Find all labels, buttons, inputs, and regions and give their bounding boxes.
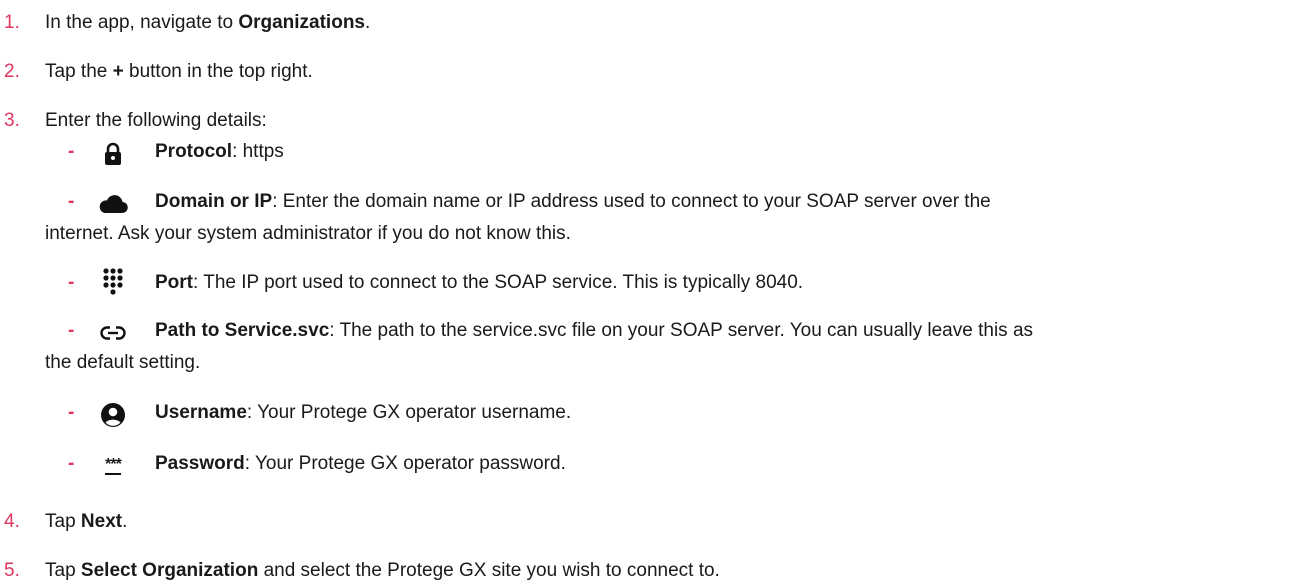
bullet-dash: - xyxy=(68,272,75,293)
detail-continuation: the default setting. xyxy=(45,352,201,373)
step-text: Tap Select Organization and select the P… xyxy=(45,560,720,581)
ui-label-next: Next xyxy=(80,511,123,532)
field-label: Domain or IP xyxy=(155,191,273,212)
step-text: Tap the + button in the top right. xyxy=(45,61,313,82)
user-icon xyxy=(98,402,128,428)
step-number: 3. xyxy=(4,110,20,131)
step-number: 5. xyxy=(4,560,20,581)
bullet-dash: - xyxy=(68,141,75,162)
field-label: Protocol xyxy=(155,141,233,162)
dialpad-icon xyxy=(98,268,128,295)
ui-label-select-organization: Select Organization xyxy=(80,560,259,581)
step-number: 4. xyxy=(4,511,20,532)
bullet-dash: - xyxy=(68,320,75,341)
step-number: 2. xyxy=(4,61,20,82)
bullet-dash: - xyxy=(68,402,75,423)
link-icon xyxy=(98,320,128,346)
field-label: Port xyxy=(155,272,193,293)
field-label: Username xyxy=(155,402,247,423)
step-text: Tap Next. xyxy=(45,511,128,532)
field-label: Password xyxy=(155,453,245,474)
cloud-icon xyxy=(98,191,128,217)
password-icon: *** xyxy=(105,455,122,475)
ui-label-organizations: Organizations xyxy=(238,12,365,33)
step-text: Enter the following details: xyxy=(45,110,267,131)
ui-label-plus: + xyxy=(112,61,124,82)
step-number: 1. xyxy=(4,12,20,33)
field-label: Path to Service.svc xyxy=(155,320,330,341)
lock-icon xyxy=(98,141,128,167)
bullet-dash: - xyxy=(68,453,75,474)
step-text: In the app, navigate to Organizations. xyxy=(45,12,371,33)
detail-continuation: internet. Ask your system administrator … xyxy=(45,223,571,244)
bullet-dash: - xyxy=(68,191,75,212)
